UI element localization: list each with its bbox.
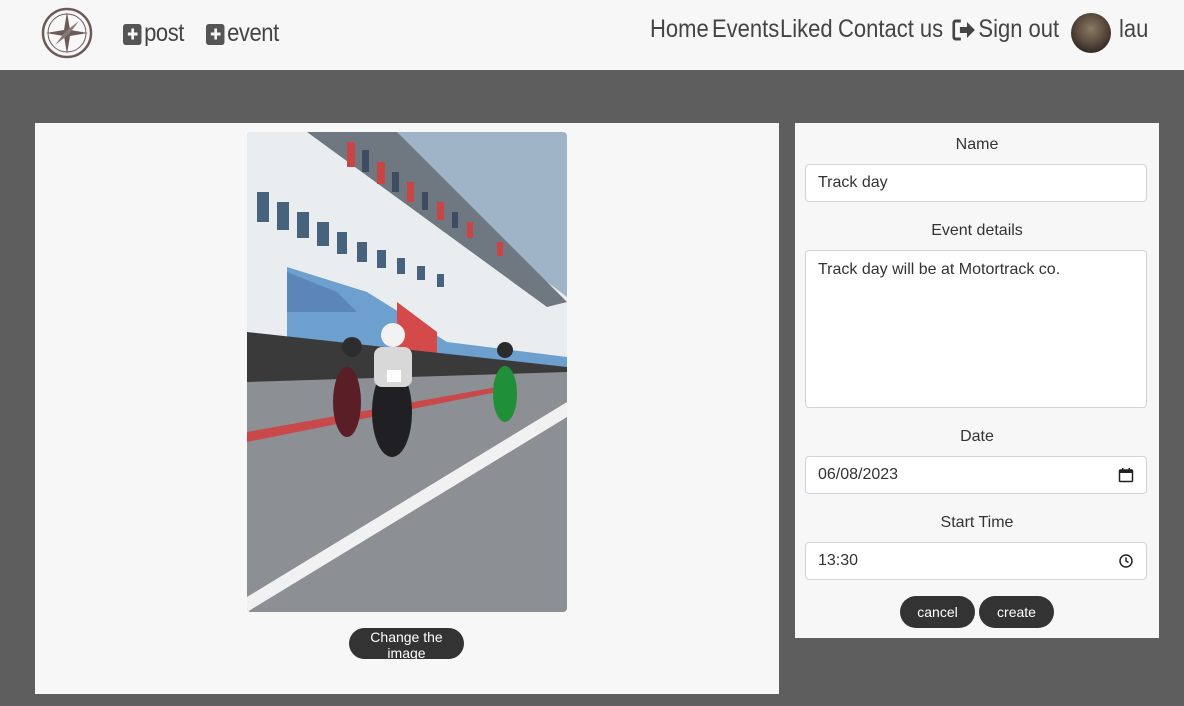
add-post-label: post xyxy=(144,18,184,47)
nav-link-home[interactable]: Home xyxy=(650,15,709,44)
sign-out-label: Sign out xyxy=(978,15,1060,43)
start-time-value: 13:30 xyxy=(818,552,859,569)
plus-square-icon xyxy=(206,23,225,45)
start-time-input[interactable]: 13:30 xyxy=(805,542,1147,580)
plus-square-icon xyxy=(123,23,142,45)
add-post-link[interactable]: post xyxy=(123,18,184,48)
navbar: post event Home Events Liked Contact us … xyxy=(0,0,1184,70)
name-label: Name xyxy=(955,136,999,153)
compass-logo-icon[interactable] xyxy=(41,7,93,59)
nav-link-liked[interactable]: Liked xyxy=(780,15,833,44)
change-image-button[interactable]: Change the image xyxy=(349,628,464,661)
calendar-icon[interactable] xyxy=(1118,467,1134,483)
image-panel: Change the image xyxy=(35,123,779,694)
username[interactable]: lau xyxy=(1119,15,1148,44)
sign-out-icon xyxy=(952,19,975,41)
event-form: Name Track day Event details Track day w… xyxy=(795,123,1159,638)
details-value: Track day will be at Motortrack co. xyxy=(818,261,1061,278)
cancel-button[interactable]: cancel xyxy=(900,596,975,628)
event-image xyxy=(247,132,567,612)
name-input[interactable]: Track day xyxy=(805,164,1147,202)
details-textarea[interactable]: Track day will be at Motortrack co. xyxy=(805,250,1147,408)
clock-icon[interactable] xyxy=(1118,553,1134,569)
name-value: Track day xyxy=(818,174,888,191)
date-label: Date xyxy=(960,428,994,445)
motorcycle-track-photo xyxy=(247,132,567,612)
date-input[interactable]: 06/08/2023 xyxy=(805,456,1147,494)
sign-out-link[interactable]: Sign out xyxy=(952,15,1059,44)
avatar[interactable] xyxy=(1071,13,1111,53)
add-event-label: event xyxy=(227,18,279,47)
create-button[interactable]: create xyxy=(979,596,1054,628)
nav-link-events[interactable]: Events xyxy=(712,15,779,44)
details-label: Event details xyxy=(931,222,1023,239)
add-event-link[interactable]: event xyxy=(206,18,279,48)
date-value: 06/08/2023 xyxy=(818,466,899,483)
start-time-label: Start Time xyxy=(940,514,1014,531)
nav-link-contact[interactable]: Contact us xyxy=(838,15,943,44)
